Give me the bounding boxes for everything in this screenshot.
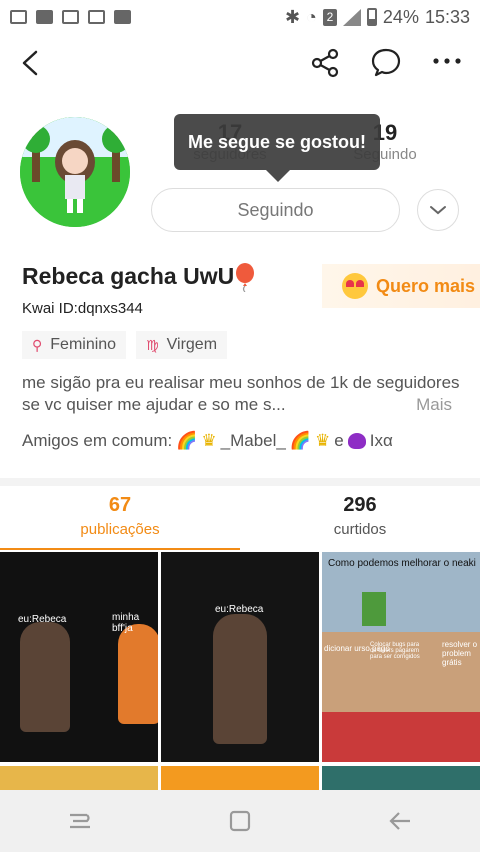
mutual-name: _Mabel_ (220, 431, 286, 450)
search-tag-icon: ⚲ (32, 336, 43, 353)
mail-icon (36, 10, 53, 24)
back-icon[interactable] (18, 48, 44, 78)
mutual-name-2: Ixα (369, 431, 393, 450)
mutual-sep: e (334, 431, 344, 450)
chat-icon[interactable] (370, 46, 402, 78)
tab-curtidos-label: curtidos (333, 521, 387, 538)
post-caption: Colocar bugs para os Users pagarem para … (370, 642, 420, 660)
active-tab-indicator (0, 548, 240, 550)
post-caption: resolver o problem grátis (442, 640, 478, 667)
character-figure (118, 624, 158, 724)
post-caption: eu:Rebeca (18, 614, 67, 625)
tag-gender-label: Feminino (50, 336, 117, 353)
bio-more-link[interactable]: Mais (416, 394, 452, 416)
section-divider (0, 478, 480, 486)
battery-icon (366, 8, 377, 26)
bio: me sigão pra eu realisar meu sonhos de 1… (22, 372, 462, 416)
sim-badge: 2 (322, 8, 337, 26)
system-nav-bar (0, 790, 480, 852)
quero-mais-button[interactable]: Quero mais (322, 264, 480, 308)
dropdown-button[interactable] (417, 189, 459, 231)
crown-icon: ♛ (315, 431, 331, 450)
post-caption: Como podemos melhorar o neaki (328, 558, 476, 569)
share-icon[interactable] (310, 48, 340, 78)
status-bar: ✱ ◔ 2 24% 15:33 (0, 0, 480, 34)
tab-publicacoes[interactable]: 67 publicações (60, 494, 180, 538)
profile-name: Rebeca gacha UwU (22, 263, 235, 289)
signal-icon (342, 8, 361, 26)
tab-publicacoes-label: publicações (80, 521, 160, 538)
cassette-icon (10, 10, 27, 24)
creeper-figure (362, 592, 386, 626)
recent-apps-icon[interactable] (67, 809, 93, 833)
post-thumbnail[interactable] (0, 766, 158, 790)
post-thumbnail[interactable]: eu:Rebeca minha bff'ja (0, 552, 158, 762)
home-icon[interactable] (228, 809, 252, 833)
quero-mais-label: Quero mais (376, 275, 476, 296)
crown-icon: ♛ (201, 431, 217, 450)
tab-curtidos-count: 296 (343, 494, 377, 516)
back-nav-icon[interactable] (387, 809, 413, 833)
post-caption: eu:Rebeca (215, 604, 264, 615)
character-figure (213, 614, 267, 744)
following-button[interactable]: Seguindo (151, 188, 400, 232)
mm-icon (88, 10, 105, 24)
tab-curtidos[interactable]: 296 curtidos (300, 494, 420, 538)
follow-tooltip: Me segue se gostou! (174, 114, 380, 182)
post-caption: minha bff'ja (112, 612, 140, 634)
download-icon (62, 10, 79, 24)
heart-eyes-emoji-icon (342, 273, 368, 299)
avatar[interactable] (20, 117, 130, 227)
battery-percent: 24% (382, 6, 419, 27)
clock: 15:33 (424, 6, 470, 27)
post-thumbnail[interactable]: eu:Rebeca (161, 552, 319, 762)
wifi-icon: ◔ (306, 6, 317, 27)
mutual-prefix: Amigos em comum: (22, 431, 173, 450)
balloon-icon (236, 263, 254, 292)
bluetooth-icon: ✱ (284, 6, 301, 27)
virgo-icon: ♍ (146, 336, 159, 353)
tag-sign: ♍ Virgem (136, 331, 228, 359)
top-bar (0, 40, 480, 86)
profile-tags: ⚲ Feminino ♍ Virgem (22, 331, 228, 359)
heart-icon (347, 433, 366, 449)
post-thumbnail[interactable] (322, 766, 480, 790)
tab-publicacoes-count: 67 (108, 494, 132, 516)
mutual-friends[interactable]: Amigos em comum: 🌈 ♛ _Mabel_ 🌈 ♛ e Ixα (22, 431, 393, 451)
post-thumbnail[interactable] (161, 766, 319, 790)
more-icon[interactable] (432, 54, 462, 68)
image-icon (114, 10, 131, 24)
post-thumbnail[interactable]: Como podemos melhorar o neaki dicionar u… (322, 552, 480, 762)
rainbow-icon: 🌈 (289, 431, 312, 450)
kwai-id: Kwai ID:dqnxs344 (22, 300, 143, 317)
tag-sign-label: Virgem (166, 336, 218, 353)
character-figure (20, 622, 70, 732)
tag-gender: ⚲ Feminino (22, 331, 127, 359)
chevron-down-icon (430, 206, 446, 215)
rainbow-icon: 🌈 (176, 431, 198, 450)
floor-area (322, 712, 480, 762)
bio-text: me sigão pra eu realisar meu sonhos de 1… (22, 373, 460, 414)
